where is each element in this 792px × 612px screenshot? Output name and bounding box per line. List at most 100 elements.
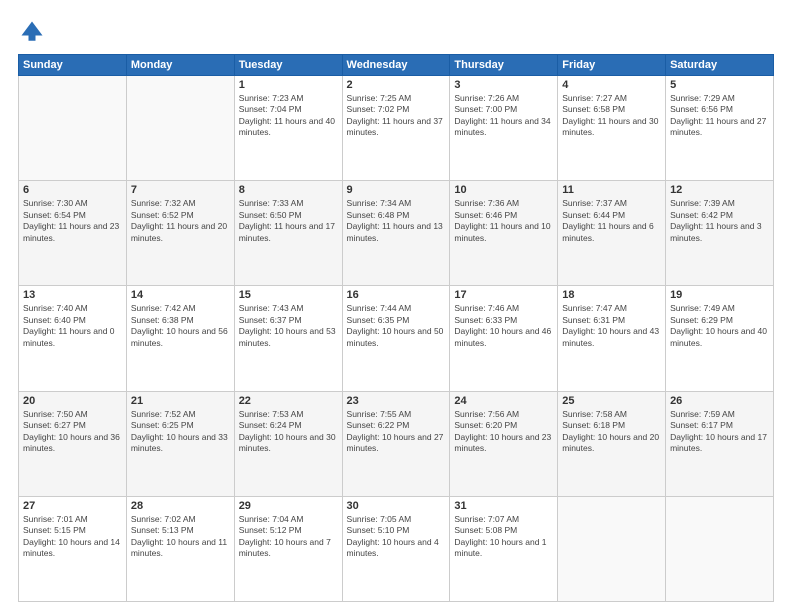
- day-cell: 27Sunrise: 7:01 AM Sunset: 5:15 PM Dayli…: [19, 496, 127, 601]
- header-sunday: Sunday: [19, 55, 127, 76]
- logo-icon: [18, 18, 46, 46]
- day-number: 13: [23, 289, 122, 301]
- day-number: 14: [131, 289, 230, 301]
- day-info: Sunrise: 7:47 AM Sunset: 6:31 PM Dayligh…: [562, 303, 661, 349]
- day-number: 21: [131, 395, 230, 407]
- day-number: 31: [454, 500, 553, 512]
- day-cell: 19 Sunrise: 7:49 AM Sunset: 6:29 PM Dayli…: [666, 286, 774, 391]
- day-cell: 5 Sunrise: 7:29 AM Sunset: 6:56 PM Daylig…: [666, 76, 774, 181]
- day-info: Sunrise: 7:26 AM Sunset: 7:00 PM Dayligh…: [454, 93, 553, 139]
- day-info: Sunrise: 7:59 AM Sunset: 6:17 PM Dayligh…: [670, 409, 769, 455]
- day-cell: 17 Sunrise: 7:46 AM Sunset: 6:33 PM Dayli…: [450, 286, 558, 391]
- day-cell: [19, 76, 127, 181]
- day-number: 25: [562, 395, 661, 407]
- day-info: Sunrise: 7:55 AM Sunset: 6:22 PM Dayligh…: [347, 409, 446, 455]
- day-info: Sunrise: 7:29 AM Sunset: 6:56 PM Dayligh…: [670, 93, 769, 139]
- page: SundayMondayTuesdayWednesdayThursdayFrid…: [0, 0, 792, 612]
- day-cell: 26 Sunrise: 7:59 AM Sunset: 6:17 PM Dayli…: [666, 391, 774, 496]
- day-cell: 7 Sunrise: 7:32 AM Sunset: 6:52 PM Daylig…: [126, 181, 234, 286]
- day-cell: 2Sunrise: 7:25 AM Sunset: 7:02 PM Daylig…: [342, 76, 450, 181]
- day-info: Sunrise: 7:34 AM Sunset: 6:48 PM Dayligh…: [347, 198, 446, 244]
- day-info: Sunrise: 7:33 AM Sunset: 6:50 PM Dayligh…: [239, 198, 338, 244]
- day-cell: 29Sunrise: 7:04 AM Sunset: 5:12 PM Dayli…: [234, 496, 342, 601]
- day-number: 5: [670, 79, 769, 91]
- day-cell: 20Sunrise: 7:50 AM Sunset: 6:27 PM Dayli…: [19, 391, 127, 496]
- day-number: 28: [131, 500, 230, 512]
- week-row-1: 6 Sunrise: 7:30 AM Sunset: 6:54 PM Daylig…: [19, 181, 774, 286]
- header-wednesday: Wednesday: [342, 55, 450, 76]
- day-info: Sunrise: 7:07 AM Sunset: 5:08 PM Dayligh…: [454, 514, 553, 560]
- day-number: 26: [670, 395, 769, 407]
- day-number: 3: [454, 79, 553, 91]
- day-number: 16: [347, 289, 446, 301]
- header-row: SundayMondayTuesdayWednesdayThursdayFrid…: [19, 55, 774, 76]
- day-cell: 22Sunrise: 7:53 AM Sunset: 6:24 PM Dayli…: [234, 391, 342, 496]
- day-cell: 28 Sunrise: 7:02 AM Sunset: 5:13 PM Dayli…: [126, 496, 234, 601]
- day-number: 30: [347, 500, 446, 512]
- header: [18, 18, 774, 46]
- day-number: 1: [239, 79, 338, 91]
- day-info: Sunrise: 7:56 AM Sunset: 6:20 PM Dayligh…: [454, 409, 553, 455]
- day-cell: [558, 496, 666, 601]
- day-number: 17: [454, 289, 553, 301]
- day-info: Sunrise: 7:49 AM Sunset: 6:29 PM Dayligh…: [670, 303, 769, 349]
- day-cell: 3 Sunrise: 7:26 AM Sunset: 7:00 PM Daylig…: [450, 76, 558, 181]
- day-info: Sunrise: 7:42 AM Sunset: 6:38 PM Dayligh…: [131, 303, 230, 349]
- day-info: Sunrise: 7:39 AM Sunset: 6:42 PM Dayligh…: [670, 198, 769, 244]
- day-number: 20: [23, 395, 122, 407]
- day-cell: 25 Sunrise: 7:58 AM Sunset: 6:18 PM Dayli…: [558, 391, 666, 496]
- day-cell: 21 Sunrise: 7:52 AM Sunset: 6:25 PM Dayli…: [126, 391, 234, 496]
- header-friday: Friday: [558, 55, 666, 76]
- day-info: Sunrise: 7:27 AM Sunset: 6:58 PM Dayligh…: [562, 93, 661, 139]
- header-tuesday: Tuesday: [234, 55, 342, 76]
- day-cell: [666, 496, 774, 601]
- day-number: 10: [454, 184, 553, 196]
- day-number: 24: [454, 395, 553, 407]
- day-cell: 6 Sunrise: 7:30 AM Sunset: 6:54 PM Daylig…: [19, 181, 127, 286]
- day-cell: 8 Sunrise: 7:33 AM Sunset: 6:50 PM Daylig…: [234, 181, 342, 286]
- day-cell: 10 Sunrise: 7:36 AM Sunset: 6:46 PM Dayli…: [450, 181, 558, 286]
- day-info: Sunrise: 7:43 AM Sunset: 6:37 PM Dayligh…: [239, 303, 338, 349]
- day-info: Sunrise: 7:30 AM Sunset: 6:54 PM Dayligh…: [23, 198, 122, 244]
- week-row-3: 20Sunrise: 7:50 AM Sunset: 6:27 PM Dayli…: [19, 391, 774, 496]
- week-row-0: 1 Sunrise: 7:23 AM Sunset: 7:04 PM Daylig…: [19, 76, 774, 181]
- day-number: 9: [347, 184, 446, 196]
- day-number: 6: [23, 184, 122, 196]
- day-info: Sunrise: 7:46 AM Sunset: 6:33 PM Dayligh…: [454, 303, 553, 349]
- day-cell: 14 Sunrise: 7:42 AM Sunset: 6:38 PM Dayli…: [126, 286, 234, 391]
- day-cell: 24 Sunrise: 7:56 AM Sunset: 6:20 PM Dayli…: [450, 391, 558, 496]
- day-number: 12: [670, 184, 769, 196]
- day-info: Sunrise: 7:37 AM Sunset: 6:44 PM Dayligh…: [562, 198, 661, 244]
- day-number: 4: [562, 79, 661, 91]
- week-row-4: 27Sunrise: 7:01 AM Sunset: 5:15 PM Dayli…: [19, 496, 774, 601]
- day-number: 19: [670, 289, 769, 301]
- day-cell: 16 Sunrise: 7:44 AM Sunset: 6:35 PM Dayli…: [342, 286, 450, 391]
- day-cell: 30Sunrise: 7:05 AM Sunset: 5:10 PM Dayli…: [342, 496, 450, 601]
- day-cell: [126, 76, 234, 181]
- day-number: 2: [347, 79, 446, 91]
- logo: [18, 18, 50, 46]
- header-saturday: Saturday: [666, 55, 774, 76]
- day-cell: 9 Sunrise: 7:34 AM Sunset: 6:48 PM Daylig…: [342, 181, 450, 286]
- day-info: Sunrise: 7:44 AM Sunset: 6:35 PM Dayligh…: [347, 303, 446, 349]
- day-info: Sunrise: 7:52 AM Sunset: 6:25 PM Dayligh…: [131, 409, 230, 455]
- header-monday: Monday: [126, 55, 234, 76]
- day-cell: 1 Sunrise: 7:23 AM Sunset: 7:04 PM Daylig…: [234, 76, 342, 181]
- day-cell: 12 Sunrise: 7:39 AM Sunset: 6:42 PM Dayli…: [666, 181, 774, 286]
- day-number: 22: [239, 395, 338, 407]
- day-cell: 18 Sunrise: 7:47 AM Sunset: 6:31 PM Dayli…: [558, 286, 666, 391]
- day-cell: 15 Sunrise: 7:43 AM Sunset: 6:37 PM Dayli…: [234, 286, 342, 391]
- day-cell: 13Sunrise: 7:40 AM Sunset: 6:40 PM Dayli…: [19, 286, 127, 391]
- day-info: Sunrise: 7:36 AM Sunset: 6:46 PM Dayligh…: [454, 198, 553, 244]
- day-info: Sunrise: 7:23 AM Sunset: 7:04 PM Dayligh…: [239, 93, 338, 139]
- day-info: Sunrise: 7:32 AM Sunset: 6:52 PM Dayligh…: [131, 198, 230, 244]
- day-number: 15: [239, 289, 338, 301]
- day-number: 18: [562, 289, 661, 301]
- day-number: 7: [131, 184, 230, 196]
- day-info: Sunrise: 7:58 AM Sunset: 6:18 PM Dayligh…: [562, 409, 661, 455]
- day-number: 29: [239, 500, 338, 512]
- day-number: 8: [239, 184, 338, 196]
- calendar-table: SundayMondayTuesdayWednesdayThursdayFrid…: [18, 54, 774, 602]
- day-info: Sunrise: 7:02 AM Sunset: 5:13 PM Dayligh…: [131, 514, 230, 560]
- week-row-2: 13Sunrise: 7:40 AM Sunset: 6:40 PM Dayli…: [19, 286, 774, 391]
